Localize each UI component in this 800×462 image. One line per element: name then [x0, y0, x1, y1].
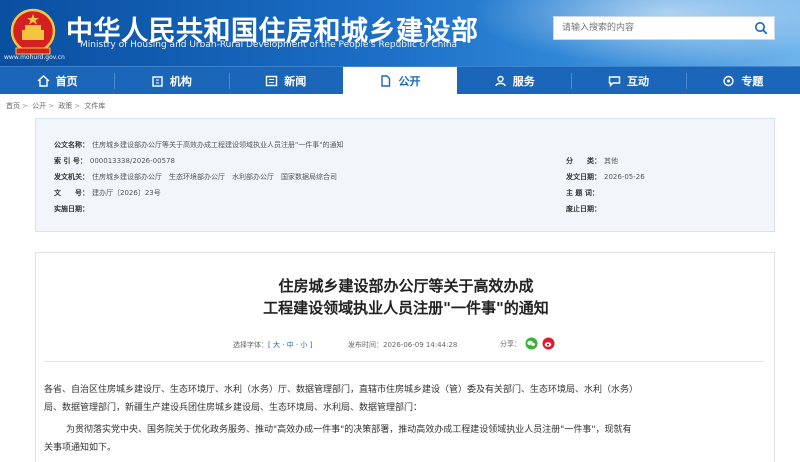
meta-row-topic: 主 题 词：	[566, 188, 602, 198]
article-title-line1: 住房城乡建设部办公厅等关于高效办成	[278, 277, 534, 295]
document-meta-box: 公文名称： 住房城乡建设部办公厅等关于高效办成工程建设领域执业人员注册"一件事"的…	[35, 118, 775, 232]
share-label: 分享：	[500, 339, 521, 348]
font-size-large[interactable]: 大	[273, 341, 280, 349]
font-sep-1: ·	[279, 341, 287, 349]
share-bar: 分享：	[500, 337, 555, 350]
site-url: www.mohurd.gov.cn	[4, 54, 65, 61]
document-icon	[381, 74, 391, 87]
home-icon	[37, 74, 50, 87]
nav-item-interaction[interactable]: 互动	[571, 67, 685, 94]
meta-issuer-label: 发文机关：	[54, 173, 89, 181]
nav-item-service[interactable]: 服务	[457, 67, 571, 94]
nav-item-organization[interactable]: 机构	[114, 67, 228, 94]
paragraph-2-line-2: 关事项通知如下。	[44, 443, 117, 453]
meta-date-label: 发文日期：	[566, 173, 601, 181]
article-title-line2: 工程建设领域执业人员注册"一件事"的通知	[263, 299, 549, 317]
breadcrumb: 首页 > 公开 > 政策 > 文件库	[6, 102, 106, 110]
nav-item-news[interactable]: 新闻	[228, 67, 343, 94]
meta-number-label: 文 号：	[54, 189, 89, 197]
meta-row-number: 文 号： 建办厅〔2026〕23号	[54, 188, 161, 198]
meta-topic-label: 主 题 词：	[566, 189, 599, 197]
breadcrumb-public[interactable]: 公开	[32, 102, 46, 110]
paragraph-1-line-2: 局、数据管理部门，新疆生产建设兵团住房城乡建设局、生态环境局、水利局、数据管理部…	[44, 403, 423, 413]
nav-label-public: 公开	[398, 74, 421, 88]
national-emblem-icon[interactable]	[10, 8, 56, 58]
meta-row-date: 发文日期： 2026-05-26	[566, 172, 645, 182]
meta-name-value: 住房城乡建设部办公厅等关于高效办成工程建设领域执业人员注册"一件事"的通知	[92, 141, 344, 149]
building-icon	[152, 75, 163, 87]
article-divider	[44, 361, 764, 362]
nav-label-topics: 专题	[741, 74, 764, 88]
meta-expire-label: 废止日期：	[566, 205, 601, 213]
publish-time: 发布时间：2026-06-09 14:44:28	[348, 340, 457, 350]
meta-class-label: 分 类：	[566, 157, 601, 165]
topic-icon	[723, 75, 735, 86]
main-nav: 首页 机构 新闻 公开 服务 互动 专题	[0, 66, 800, 94]
publish-time-value: 2026-06-09 14:44:28	[383, 341, 458, 349]
nav-item-public[interactable]: 公开	[342, 67, 458, 94]
meta-row-name: 公文名称： 住房城乡建设部办公厅等关于高效办成工程建设领域执业人员注册"一件事"的…	[54, 140, 343, 150]
nav-label-home: 首页	[55, 74, 78, 88]
nav-label-service: 服务	[512, 74, 535, 88]
site-subtitle: Ministry of Housing and Urban-Rural Deve…	[80, 40, 458, 50]
paragraph-1-line-1: 各省、自治区住房城乡建设厅、生态环境厅、水利（水务）厅、数据管理部门，直辖市住房…	[44, 385, 639, 395]
meta-row-expire: 废止日期：	[566, 204, 604, 214]
meta-index-value: 000013338/2026-00578	[89, 157, 175, 165]
nav-item-topics[interactable]: 专题	[685, 67, 800, 94]
meta-class-value: 其他	[604, 157, 618, 165]
search-icon[interactable]	[754, 21, 768, 35]
meta-index-label: 索 引 号：	[54, 157, 87, 165]
breadcrumb-library[interactable]: 文件库	[84, 102, 105, 110]
meta-issuer-value: 住房城乡建设部办公厅 生态环境部办公厅 水利部办公厅 国家数据局综合司	[92, 173, 337, 181]
font-size-label: 选择字体：	[233, 341, 268, 349]
font-size-control: 选择字体：[ 大 · 中 · 小 ]	[233, 340, 312, 350]
meta-effective-label: 实施日期：	[54, 205, 89, 213]
nav-label-organization: 机构	[169, 74, 192, 88]
nav-label-interaction: 互动	[627, 74, 650, 88]
font-size-medium[interactable]: 中	[287, 341, 294, 349]
service-icon	[495, 75, 506, 86]
breadcrumb-home[interactable]: 首页	[6, 102, 20, 110]
chat-icon	[608, 75, 621, 87]
weibo-icon[interactable]	[542, 337, 555, 350]
search-box	[553, 16, 775, 40]
meta-row-issuer: 发文机关： 住房城乡建设部办公厅 生态环境部办公厅 水利部办公厅 国家数据局综合司	[54, 172, 337, 182]
site-header: 中华人民共和国住房和城乡建设部 Ministry of Housing and …	[0, 0, 800, 66]
publish-time-label: 发布时间：	[348, 341, 383, 349]
meta-number-value: 建办厅〔2026〕23号	[92, 189, 161, 197]
breadcrumb-policy[interactable]: 政策	[58, 102, 72, 110]
meta-date-value: 2026-05-26	[604, 173, 645, 181]
nav-label-news: 新闻	[284, 74, 307, 88]
paragraph-2-line-1: 为贯彻落实党中央、国务院关于优化政务服务、推动"高效办成一件事"的决策部署，推动…	[66, 425, 632, 435]
font-bracket-close: ]	[307, 341, 313, 349]
wechat-icon[interactable]	[525, 337, 538, 350]
meta-row-effective: 实施日期：	[54, 204, 92, 214]
news-icon	[266, 75, 278, 86]
meta-row-class: 分 类： 其他	[566, 156, 618, 166]
meta-name-label: 公文名称：	[54, 141, 89, 149]
meta-row-index: 索 引 号： 000013338/2026-00578	[54, 156, 175, 166]
nav-item-home[interactable]: 首页	[0, 67, 114, 94]
search-input[interactable]	[554, 17, 752, 39]
